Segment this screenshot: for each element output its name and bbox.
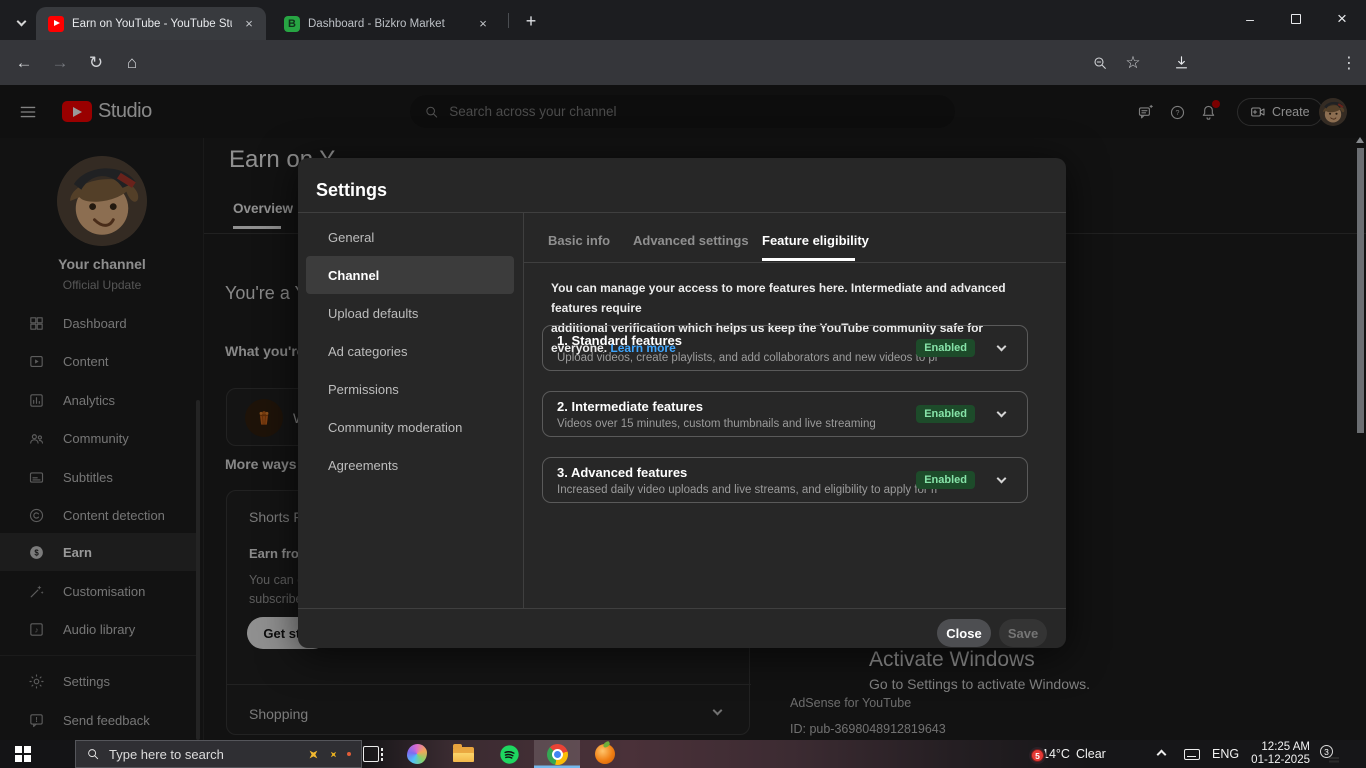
- chrome-icon: [546, 743, 568, 765]
- modal-title: Settings: [316, 180, 388, 200]
- task-view-button[interactable]: [348, 740, 394, 768]
- taskbar-search-input[interactable]: [109, 746, 299, 762]
- window-restore-button[interactable]: [1274, 0, 1318, 38]
- modal-header-border: [298, 212, 1066, 213]
- spotify-icon: [499, 744, 519, 764]
- search-icon: [88, 749, 99, 760]
- screen: Earn on YouTube - YouTube Stu × B Dashbo…: [0, 0, 1366, 768]
- forward-button[interactable]: →: [44, 47, 76, 79]
- modal-nav-ad-categories[interactable]: Ad categories: [298, 332, 523, 370]
- date: 01-12-2025: [1251, 754, 1310, 766]
- bizkro-favicon-icon: B: [284, 15, 300, 32]
- youtube-favicon-icon: [48, 15, 64, 32]
- status-badge: Enabled: [916, 339, 975, 357]
- spotify-button[interactable]: [486, 740, 532, 768]
- language-indicator[interactable]: ENG: [1212, 740, 1239, 768]
- time: 12:25 AM: [1261, 741, 1310, 753]
- modal-tab-basic-info[interactable]: Basic info: [548, 233, 610, 248]
- tab-close-icon[interactable]: ×: [474, 15, 492, 33]
- feature-card-intermediate[interactable]: 2. Intermediate features Videos over 15 …: [542, 391, 1028, 437]
- activate-windows-watermark: Activate Windows Go to Settings to activ…: [869, 648, 1090, 692]
- tray-expand[interactable]: [1156, 740, 1167, 768]
- weather-condition: Clear: [1075, 747, 1106, 761]
- modal-nav-upload-defaults[interactable]: Upload defaults: [298, 294, 523, 332]
- browser-menu-icon[interactable]: ⋮: [1334, 48, 1364, 78]
- windows-taskbar: 5 14°C Clear ENG 12:25 AM 01-12-2025 3: [0, 740, 1366, 768]
- window-close-button[interactable]: ×: [1320, 0, 1364, 38]
- new-tab-button[interactable]: +: [518, 8, 544, 34]
- tab-search-button[interactable]: [8, 8, 34, 34]
- modal-tab-advanced-settings[interactable]: Advanced settings: [633, 233, 749, 248]
- scrollbar-thumb[interactable]: [1357, 148, 1364, 433]
- search-highlights-icon: [306, 746, 322, 762]
- browser-tab-strip: Earn on YouTube - YouTube Stu × B Dashbo…: [0, 0, 1366, 40]
- chrome-button[interactable]: [534, 740, 580, 768]
- windows-logo-icon: [15, 746, 31, 762]
- browser-tab-active[interactable]: Earn on YouTube - YouTube Stu ×: [36, 7, 266, 40]
- file-explorer-icon: [452, 743, 474, 762]
- feature-card-standard[interactable]: 1. Standard features Upload videos, crea…: [542, 325, 1028, 371]
- weather-widget[interactable]: 5 14°C Clear: [1031, 740, 1106, 768]
- search-highlights-icon: [328, 749, 339, 760]
- status-badge: Enabled: [916, 471, 975, 489]
- taskbar-search[interactable]: [75, 740, 362, 768]
- description-line1: You can manage your access to more featu…: [551, 281, 1006, 315]
- modal-nav-community-moderation[interactable]: Community moderation: [298, 408, 523, 446]
- weather-badge: 5: [1031, 749, 1044, 762]
- touch-keyboard-icon: [1184, 748, 1200, 760]
- feature-description: Upload videos, create playlists, and add…: [557, 352, 937, 364]
- tab-close-icon[interactable]: ×: [240, 15, 258, 33]
- tab-separator: [508, 13, 509, 28]
- fl-studio-button[interactable]: [582, 740, 628, 768]
- tab-title: Earn on YouTube - YouTube Stu: [72, 17, 232, 30]
- modal-nav-border: [523, 212, 524, 608]
- notification-count-badge: 3: [1320, 745, 1333, 758]
- browser-tab-inactive[interactable]: B Dashboard - Bizkro Market ×: [272, 7, 500, 40]
- save-button[interactable]: Save: [999, 619, 1047, 647]
- feature-description: Increased daily video uploads and live s…: [557, 484, 937, 496]
- file-explorer-button[interactable]: [440, 740, 486, 768]
- home-button[interactable]: ⌂: [116, 47, 148, 79]
- restore-icon: [1291, 12, 1306, 24]
- modal-footer-border: [298, 608, 1066, 609]
- settings-modal: Settings General Channel Upload defaults…: [298, 158, 1066, 648]
- chevron-down-icon: [16, 16, 26, 26]
- bookmark-star-icon[interactable]: ☆: [1118, 48, 1148, 78]
- modal-nav-permissions[interactable]: Permissions: [298, 370, 523, 408]
- chevron-up-icon: [1156, 749, 1167, 759]
- language-label: ENG: [1212, 747, 1240, 761]
- weather-temp: 14°C: [1042, 747, 1070, 761]
- feature-card-advanced[interactable]: 3. Advanced features Increased daily vid…: [542, 457, 1028, 503]
- copilot-icon: [407, 744, 427, 764]
- modal-tab-feature-eligibility[interactable]: Feature eligibility: [762, 233, 869, 248]
- close-button[interactable]: Close: [937, 619, 991, 647]
- tab-title: Dashboard - Bizkro Market: [308, 17, 445, 30]
- active-tab-underline: [762, 258, 855, 261]
- fl-studio-icon: [595, 744, 615, 764]
- watermark-subtitle: Go to Settings to activate Windows.: [869, 676, 1090, 692]
- modal-nav-general[interactable]: General: [298, 218, 523, 256]
- scrollbar-up-arrow[interactable]: [1356, 137, 1364, 143]
- window-minimize-button[interactable]: –: [1228, 0, 1272, 38]
- task-view-icon: [363, 746, 383, 762]
- zoom-icon[interactable]: [1085, 48, 1115, 78]
- feature-description: Videos over 15 minutes, custom thumbnail…: [557, 418, 876, 430]
- page-scrollbar[interactable]: [1356, 137, 1365, 740]
- modal-nav-channel[interactable]: Channel: [306, 256, 514, 294]
- touch-keyboard-button[interactable]: [1184, 740, 1200, 768]
- status-badge: Enabled: [916, 405, 975, 423]
- reload-button[interactable]: ↻: [80, 47, 112, 79]
- copilot-button[interactable]: [394, 740, 440, 768]
- start-button[interactable]: [0, 740, 46, 768]
- back-button[interactable]: ←: [8, 47, 40, 79]
- modal-nav-agreements[interactable]: Agreements: [298, 446, 523, 484]
- modal-tabs-border: [523, 262, 1066, 263]
- youtube-studio-app: Studio ? Create: [0, 85, 1366, 740]
- download-icon[interactable]: [1166, 48, 1196, 78]
- clock[interactable]: 12:25 AM 01-12-2025: [1248, 741, 1310, 768]
- browser-toolbar: ← → ↻ ⌂ studio.youtube.com/channel/UCKIK…: [0, 40, 1366, 119]
- watermark-title: Activate Windows: [869, 648, 1035, 671]
